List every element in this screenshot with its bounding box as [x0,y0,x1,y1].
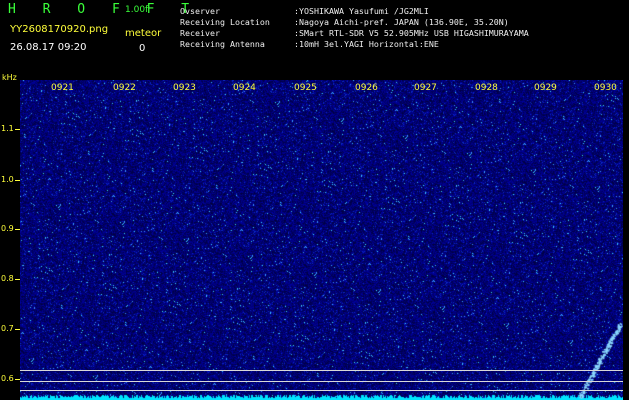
meteor-label: meteor [125,28,162,39]
info-row-receiver: Receiver:SMart RTL-SDR V5 52.905MHz USB … [180,28,529,38]
x-tick-label: 0925 [294,83,317,93]
station-info: Ovserver:YOSHIKAWA Yasufumi /JG2MLI Rece… [180,6,529,50]
y-axis-unit: kHz [2,73,17,82]
spectrogram-waterfall [20,80,623,400]
x-tick-label: 0929 [534,83,557,93]
x-tick-label: 0922 [113,83,136,93]
info-row-antenna: Receiving Antenna:10mH 3el.YAGI Horizont… [180,39,439,49]
hroft-window: H R O F F T 1.00f YY2608170920.png 26.08… [0,0,629,400]
file-name: YY2608170920.png [10,24,109,35]
marker-line [20,381,623,382]
x-tick-label: 0924 [233,83,256,93]
x-tick-label: 0928 [475,83,498,93]
x-tick-label: 0930 [594,83,617,93]
x-tick-label: 0926 [355,83,378,93]
info-row-observer: Ovserver:YOSHIKAWA Yasufumi /JG2MLI [180,6,429,16]
marker-line [20,390,623,391]
header-left: H R O F F T 1.00f YY2608170920.png 26.08… [8,2,189,62]
date-time: 26.08.17 09:20 [10,42,87,53]
meteor-count: 0 [139,43,146,54]
x-tick-label: 0923 [173,83,196,93]
x-tick-label: 0927 [414,83,437,93]
marker-line [20,370,623,371]
app-name: H R O F F T [8,2,199,17]
app-version: 1.00f [125,5,149,15]
info-row-location: Receiving Location:Nagoya Aichi-pref. JA… [180,17,509,27]
x-tick-label: 0921 [51,83,74,93]
